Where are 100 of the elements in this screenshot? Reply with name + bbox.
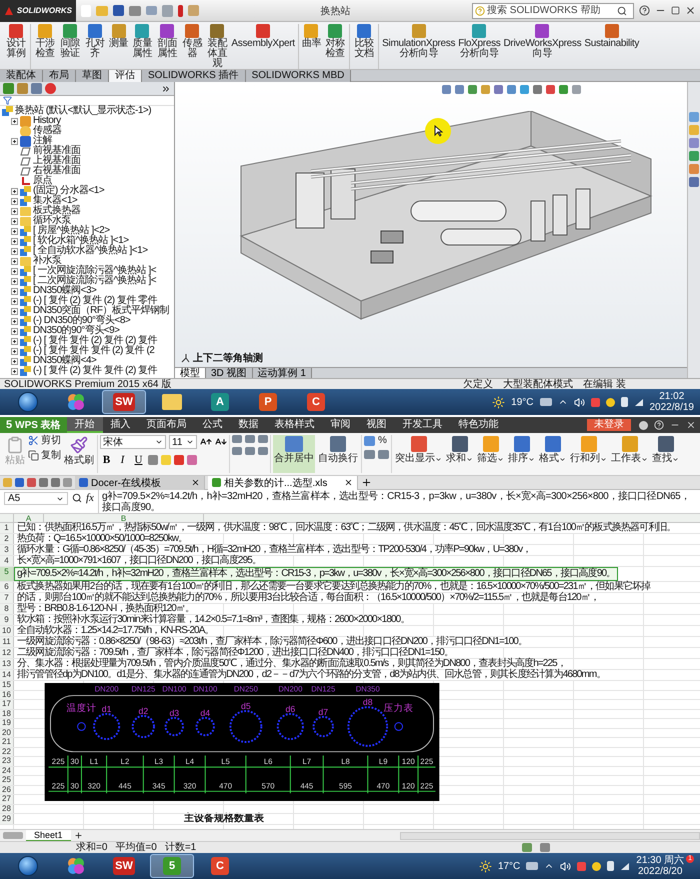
format-painter-button[interactable]: 格式刷 [63,435,95,473]
row-header[interactable]: 19 [0,719,14,728]
expand-icon[interactable] [11,208,18,214]
percent-button[interactable]: % [378,435,387,446]
column-header[interactable]: A [14,514,44,522]
row-header[interactable]: 14 [0,670,14,680]
expand-icon[interactable] [11,238,18,244]
tab[interactable]: 装配体 [0,70,43,82]
expand-icon[interactable] [11,298,18,304]
menu-tab[interactable]: 插入 [102,417,139,433]
column-header[interactable]: B [44,514,204,522]
row-header[interactable]: 2 [0,534,14,544]
ribbon-button[interactable]: SimulationXpress 分析向导 [382,24,456,69]
expand-icon[interactable] [11,258,18,264]
close-icon[interactable] [191,478,200,487]
expand-icon[interactable] [11,118,18,124]
row-header[interactable]: 25 [0,776,14,784]
ribbon-button[interactable]: 干涉检查 [34,24,56,69]
tree-item[interactable]: DN350蝶阀<4> [0,356,174,366]
expand-icon[interactable] [11,288,18,294]
row-header[interactable]: 3 [0,545,14,555]
ribbon-button[interactable]: Sustainability [584,24,640,69]
row-header[interactable]: 17 [0,700,14,708]
tree-item[interactable]: DN350的90°弯头<9> [0,326,174,336]
tree-item[interactable]: DN350蝶阀<3> [0,286,174,296]
search-field[interactable]: 搜索 SOLIDWORKS 帮助 [472,2,634,18]
row-header[interactable]: 6 [0,582,14,592]
ribbon-button[interactable]: 求和 [445,435,474,473]
ribbon-button[interactable]: 查找 [651,435,680,473]
wrap-text-button[interactable]: 自动换行 [317,435,359,473]
filter-icon[interactable] [3,96,12,105]
font-style-button[interactable]: B [100,453,113,466]
tree-item[interactable]: 传感器 [0,126,174,136]
tree-item[interactable]: (-) [ 复件 (2) 复件 (2) 复件 零件 [0,296,174,306]
login-button[interactable]: 未登录 [587,419,631,431]
close-icon[interactable] [344,478,353,487]
tab[interactable]: 草图 [76,70,109,82]
new-tab-icon[interactable] [361,477,372,488]
tree-item[interactable]: (-) DN350的90°弯头<8> [0,316,174,326]
tree-item[interactable]: History [0,116,174,126]
font-name-select[interactable]: 宋体 [100,435,166,449]
merge-center-button[interactable]: 合并居中 [273,435,315,473]
ribbon-button[interactable]: 孔对齐 [84,24,106,69]
taskbar-button[interactable]: 5 [150,854,194,878]
tab[interactable]: SOLIDWORKS MBD [246,70,352,82]
menu-tab[interactable]: 视图 [358,417,395,433]
restore-icon[interactable] [671,6,680,15]
time-text[interactable]: 21:02 [659,391,684,402]
copy-button[interactable]: 复制 [28,450,61,461]
document-tab[interactable]: 相关参数的计...选型.xls [208,476,358,490]
tree-item[interactable]: (固定) 分水器<1> [0,186,174,196]
expand-icon[interactable] [11,248,18,254]
font-size-select[interactable]: 11 [169,435,197,449]
row-header[interactable]: 12 [0,648,14,658]
tree-item[interactable]: (-) [ 复件 (2) 复件 复件 (2) 复件 [0,366,174,376]
tree-item[interactable]: [ 房屋^换热站 ]<2> [0,226,174,236]
taskbar-button[interactable]: C [294,390,338,414]
ribbon-button[interactable]: 格式 [538,435,567,473]
expand-icon[interactable] [11,138,18,144]
ribbon-button[interactable]: 装配体直观 [206,24,228,69]
expand-icon[interactable] [11,318,18,324]
more-icon[interactable] [161,84,171,94]
expand-icon[interactable] [11,338,18,344]
row-header[interactable]: 27 [0,795,14,804]
menu-tab[interactable]: 审阅 [322,417,359,433]
row-header[interactable]: 29 [0,814,14,824]
taskbar-button[interactable]: SW [102,390,146,414]
ribbon-button[interactable]: 曲率 [302,24,322,69]
tree-item[interactable]: 换热站 (默认<默认_显示状态-1>) [0,106,174,116]
ribbon-button[interactable]: AssemblyXpert [231,24,295,69]
tree-item[interactable]: [ 软化水箱^换热站 ]<1> [0,236,174,246]
expand-icon[interactable] [11,358,18,364]
tree-item[interactable]: 右视基准面 [0,166,174,176]
expand-icon[interactable] [11,368,18,374]
menu-tab[interactable]: 公式 [194,417,231,433]
expand-icon[interactable] [11,188,18,194]
taskbar-button[interactable]: P [246,390,290,414]
search-icon[interactable] [617,6,627,16]
ribbon-button[interactable]: 测量 [109,24,128,69]
row-header[interactable]: 8 [0,604,14,614]
skin-icon[interactable] [639,420,648,430]
tree-item[interactable]: 原点 [0,176,174,186]
row-header[interactable]: 15 [0,681,14,690]
font-style-button[interactable]: I [116,453,129,466]
tree-item[interactable]: 循环水泵 [0,216,174,226]
add-sheet-icon[interactable] [74,831,83,840]
menu-tab[interactable]: 页面布局 [138,417,195,433]
row-header[interactable]: 10 [0,626,14,636]
tab[interactable]: 3D 视图 [206,368,253,378]
menu-tab[interactable]: 特色功能 [450,417,507,433]
row-header[interactable]: 13 [0,659,14,669]
taskbar-button[interactable]: C [198,854,242,878]
expand-icon[interactable] [11,308,18,314]
menu-tab[interactable]: 开发工具 [394,417,451,433]
sheet-tab[interactable]: Sheet1 [26,830,71,842]
tree-item[interactable]: (-) [ 复件 复件 (2) 复件 (2) 复件 [0,336,174,346]
tree-item[interactable]: 补水泵 [0,256,174,266]
ribbon-button[interactable]: 剖面属性 [156,24,178,69]
tree-item[interactable]: 上视基准面 [0,156,174,166]
expand-icon[interactable] [11,198,18,204]
